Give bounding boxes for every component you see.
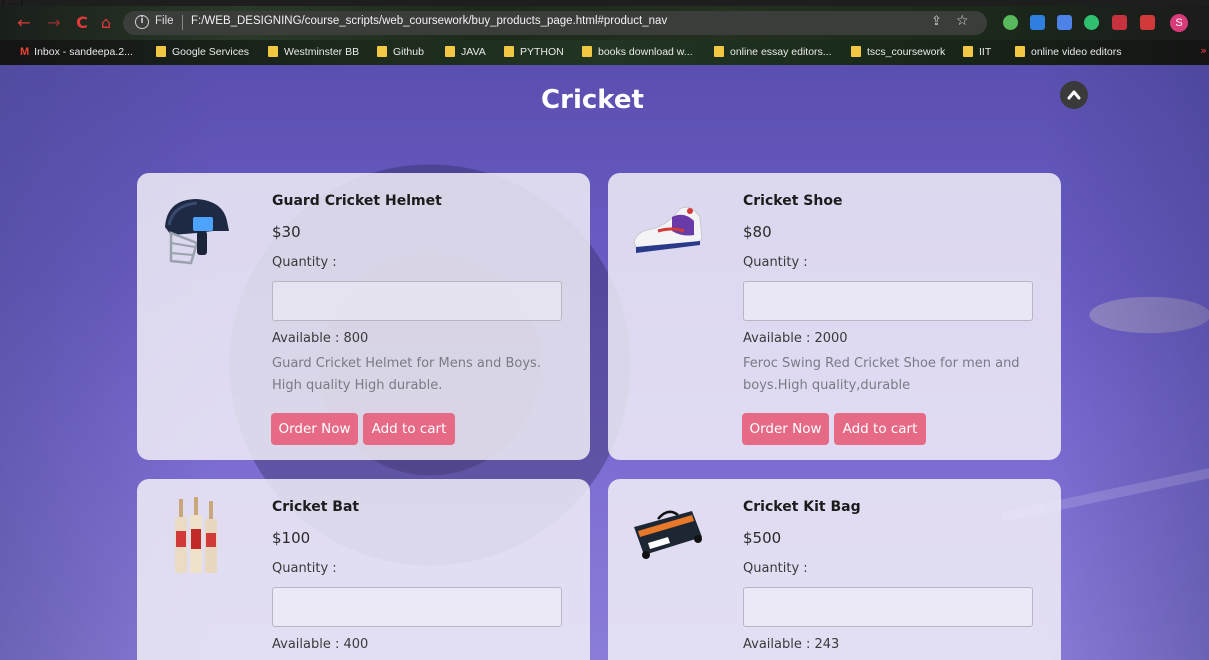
page-title: Cricket [541, 85, 644, 115]
forward-icon[interactable]: → [44, 13, 64, 33]
folder-icon [377, 46, 387, 57]
address-scheme-label: File [155, 15, 174, 27]
extension-grammar-icon[interactable] [1084, 15, 1099, 30]
folder-icon [445, 46, 455, 57]
folder-icon [714, 46, 724, 57]
product-page: Cricket Guard Cricket Helmet $30 Quantit… [0, 65, 1209, 660]
bookmark-iit[interactable]: IIT [963, 45, 991, 60]
add-to-cart-button[interactable]: Add to cart [363, 413, 455, 445]
availability-text: Available : 243 [743, 637, 840, 652]
availability-text: Available : 400 [272, 637, 369, 652]
bookmark-python[interactable]: PYTHON [504, 45, 564, 60]
address-divider [182, 15, 183, 30]
reload-icon[interactable]: C [72, 13, 92, 33]
product-price: $80 [743, 223, 772, 241]
extension-docs-icon[interactable] [1057, 15, 1072, 30]
extension-check-icon[interactable] [1003, 15, 1018, 30]
product-description: Guard Cricket Helmet for Mens and Boys. … [272, 356, 541, 393]
quantity-label: Quantity : [272, 255, 337, 270]
chevron-up-icon [1067, 90, 1081, 100]
bookmark-books-download[interactable]: books download w... [582, 45, 693, 60]
background-image-overlay [1040, 65, 1209, 660]
availability-text: Available : 800 [272, 331, 369, 346]
bookmarks-bar: M Inbox - sandeepa.2... Google Services W… [0, 40, 1209, 65]
folder-icon [156, 46, 166, 57]
cricket-kit-bag-image [634, 510, 702, 559]
product-card-kit-bag: Cricket Kit Bag $500 Quantity : Availabl… [608, 479, 1061, 660]
bookmark-online-video-editors[interactable]: online video editors [1015, 45, 1121, 60]
cricket-shoe-image [633, 206, 703, 253]
folder-icon [851, 46, 861, 57]
order-now-button[interactable]: Order Now [271, 413, 358, 445]
product-name: Cricket Shoe [743, 193, 843, 209]
product-card-helmet: Guard Cricket Helmet $30 Quantity : Avai… [137, 173, 590, 460]
back-icon[interactable]: ← [14, 13, 34, 33]
bookmark-java[interactable]: JAVA [445, 45, 486, 60]
add-to-cart-button[interactable]: Add to cart [834, 413, 926, 445]
folder-icon [963, 46, 973, 57]
product-name: Guard Cricket Helmet [272, 193, 442, 209]
product-price: $500 [743, 529, 782, 547]
bookmark-github[interactable]: Github [377, 45, 424, 60]
quantity-input[interactable] [272, 587, 562, 627]
bookmarks-more-icon[interactable]: » [1200, 44, 1207, 57]
quantity-input[interactable] [272, 281, 562, 321]
quantity-input[interactable] [743, 281, 1033, 321]
extension-meet-icon[interactable] [1030, 15, 1045, 30]
extension-pin-icon[interactable] [1112, 15, 1127, 30]
share-icon[interactable]: ⇪ [931, 14, 942, 29]
bookmark-westminster-bb[interactable]: Westminster BB [268, 45, 359, 60]
bookmark-online-essay-editors[interactable]: online essay editors... [714, 45, 832, 60]
address-bar[interactable]: i File F:/WEB_DESIGNING/course_scripts/w… [123, 11, 987, 35]
order-now-button[interactable]: Order Now [742, 413, 829, 445]
site-info-icon[interactable]: i [135, 15, 149, 29]
product-card-bat: Cricket Bat $100 Quantity : Available : … [137, 479, 590, 660]
quantity-label: Quantity : [743, 255, 808, 270]
gmail-icon: M [20, 46, 30, 58]
browser-toolbar: ← → C ⌂ i File F:/WEB_DESIGNING/course_s… [0, 6, 1209, 40]
bookmark-gmail-inbox[interactable]: M Inbox - sandeepa.2... [20, 45, 133, 60]
bookmark-star-icon[interactable]: ☆ [956, 13, 969, 29]
folder-icon [582, 46, 592, 57]
product-card-shoe: Cricket Shoe $80 Quantity : Available : … [608, 173, 1061, 460]
bookmark-google-services[interactable]: Google Services [156, 45, 249, 60]
folder-icon [1015, 46, 1025, 57]
cricket-bat-image [175, 497, 217, 573]
product-name: Cricket Bat [272, 499, 360, 515]
cricket-helmet-image [165, 199, 229, 265]
folder-icon [268, 46, 278, 57]
scroll-to-top-button[interactable] [1060, 81, 1088, 109]
availability-text: Available : 2000 [743, 331, 848, 346]
product-price: $30 [272, 223, 301, 241]
home-icon[interactable]: ⌂ [96, 13, 116, 33]
bookmark-tscs-coursework[interactable]: tscs_coursework [851, 45, 945, 60]
profile-avatar[interactable]: S [1170, 14, 1188, 32]
product-description: Feroc Swing Red Cricket Shoe for men and… [743, 356, 1020, 393]
address-url[interactable]: F:/WEB_DESIGNING/course_scripts/web_cour… [191, 15, 667, 27]
quantity-label: Quantity : [743, 561, 808, 576]
product-name: Cricket Kit Bag [743, 499, 861, 515]
quantity-label: Quantity : [272, 561, 337, 576]
folder-icon [504, 46, 514, 57]
product-price: $100 [272, 529, 311, 547]
quantity-input[interactable] [743, 587, 1033, 627]
extension-puzzle-icon[interactable] [1140, 15, 1155, 30]
